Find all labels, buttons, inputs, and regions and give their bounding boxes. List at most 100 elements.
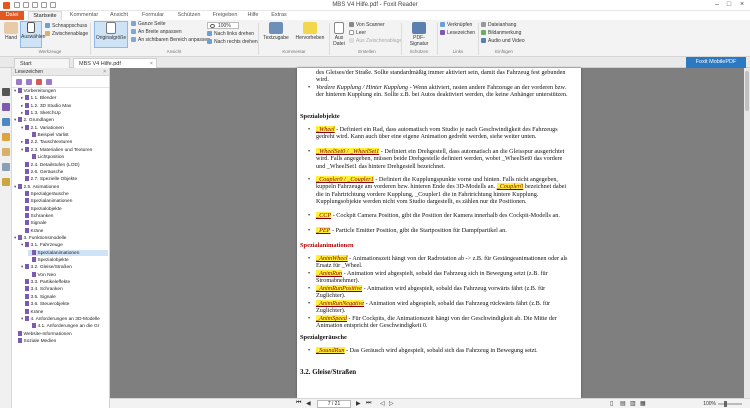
from-file-button[interactable]: Aus Datei <box>331 22 347 47</box>
bookmark-item[interactable]: ▾ 2.5. Animationen <box>14 183 108 191</box>
delete-bookmark-icon[interactable] <box>36 79 42 85</box>
bookmark-item[interactable]: 3.6. Steuerobjekte <box>21 301 108 308</box>
bookmark-item[interactable]: Von Neo <box>28 271 108 279</box>
bookmark-item[interactable]: Kräne <box>21 308 108 316</box>
hand-tool-icon[interactable] <box>2 88 10 96</box>
close-icon[interactable]: × <box>737 1 747 9</box>
bookmark-item[interactable]: Spezialgeräusche <box>21 190 108 198</box>
next-page-icon[interactable]: ▶ <box>356 400 361 407</box>
bookmark-item[interactable]: 4.1. Anforderungen an die Gr <box>28 323 108 330</box>
blank-button[interactable]: Leer <box>349 30 366 37</box>
minimize-icon[interactable]: – <box>712 1 722 9</box>
image-annotation-button[interactable]: Bildanmerkung <box>481 30 521 37</box>
select-button[interactable]: Auswählen <box>20 21 45 48</box>
bookmark-item[interactable]: Schranken <box>21 212 108 220</box>
bookmark-item[interactable]: ▾ 4. Anforderungen an 3D-Modelle <box>21 315 108 323</box>
maximize-icon[interactable]: □ <box>724 1 734 9</box>
pages-icon[interactable] <box>2 118 10 126</box>
zoom-slider-thumb[interactable] <box>724 401 727 407</box>
bookmark-item[interactable]: ▾ 2.1. Variationen <box>21 124 108 132</box>
next-view-icon[interactable]: ▷ <box>389 400 394 407</box>
tab-datei[interactable]: Datei <box>0 11 24 20</box>
from-scanner-button[interactable]: Von Scanner <box>349 22 385 29</box>
layers-icon[interactable] <box>2 133 10 141</box>
bookmark-item[interactable]: ▸ 2.2. Tauschtexturen <box>21 139 108 146</box>
first-page-icon[interactable]: ⏮ <box>296 400 301 407</box>
facing-page-icon[interactable]: ▥ <box>630 400 636 407</box>
fit-page-button[interactable]: Ganze Seite <box>131 21 166 28</box>
vertical-scrollbar[interactable] <box>744 68 750 398</box>
zoom-level[interactable]: 100% <box>703 401 716 407</box>
continuous-page-icon[interactable]: ▤ <box>620 400 626 407</box>
tab-kommentar[interactable]: Kommentar <box>67 11 101 20</box>
bookmark-item[interactable]: Kräne <box>21 227 108 235</box>
previous-view-icon[interactable]: ◁ <box>380 400 385 407</box>
bookmark-item[interactable]: ▸ 1.2. 3D Studio Max <box>21 102 108 110</box>
pdf-signature-button[interactable]: PDF-Signatur <box>404 22 434 47</box>
typewriter-button[interactable]: Textzugabe <box>261 22 291 41</box>
from-clipboard-button[interactable]: Aus Zwischenablage <box>349 38 402 45</box>
expand-icon[interactable] <box>16 79 22 85</box>
file-attachment-button[interactable]: Dateianhang <box>481 22 516 29</box>
tab-schuetzen[interactable]: Schützen <box>174 11 204 20</box>
bookmark-item[interactable]: ▸ 1.1. Blender <box>21 95 108 102</box>
bookmark-button[interactable]: Lesezeichen <box>440 30 475 37</box>
bookmark-options-icon[interactable] <box>46 79 52 85</box>
attachments-icon[interactable] <box>2 163 10 171</box>
tab-start[interactable]: Start <box>14 58 70 68</box>
bookmark-item[interactable]: Signale <box>21 220 108 227</box>
page-number-input[interactable]: 7 / 21 <box>317 400 351 408</box>
tab-startseite[interactable]: Startseite <box>28 11 62 20</box>
rotate-left-button[interactable]: Nach links drehen <box>207 31 254 38</box>
link-button[interactable]: Verknüpfen <box>440 22 472 29</box>
bookmark-item[interactable]: ▾ 3.2. Gleise/Straßen <box>21 264 108 271</box>
fit-visible-button[interactable]: An sichtbaren Bereich anpassen <box>131 37 210 44</box>
highlight-button[interactable]: Hervorheben <box>293 22 327 41</box>
bookmark-item[interactable]: ▾ Vorbereitungen <box>14 88 108 95</box>
bookmark-item[interactable]: Spezialanimationen <box>28 249 108 257</box>
bookmark-item[interactable]: 3.5. Signale <box>21 293 108 301</box>
rotate-right-button[interactable]: Nach rechts drehen <box>207 39 258 46</box>
tab-document[interactable]: MBS V4 Hilfe.pdf × <box>73 58 157 68</box>
comments-icon[interactable] <box>2 148 10 156</box>
tab-freigeben[interactable]: Freigeben <box>209 11 241 20</box>
tab-ansicht[interactable]: Ansicht <box>106 11 132 20</box>
bookmark-item[interactable]: Spezialanimationen <box>21 198 108 205</box>
previous-page-icon[interactable]: ◀ <box>306 400 311 407</box>
zoom-slider[interactable] <box>718 401 742 407</box>
bookmark-item[interactable]: Lichtposition <box>28 154 108 161</box>
bookmark-item[interactable]: ▾ 2.3. Materialien und Texturen <box>21 146 108 154</box>
clipboard-button[interactable]: Zwischenablage <box>45 31 88 38</box>
continuous-facing-icon[interactable]: ▦ <box>640 400 646 407</box>
security-icon[interactable] <box>2 178 10 186</box>
bookmark-item[interactable]: 2.7. Spezielle Objekte <box>21 176 108 183</box>
last-page-icon[interactable]: ⏭ <box>366 400 371 407</box>
bookmarks-icon[interactable] <box>2 103 10 111</box>
bookmark-item[interactable]: 3.4. Schranken <box>21 286 108 293</box>
bookmark-item[interactable]: Soziale Medien <box>14 337 108 345</box>
fit-width-button[interactable]: An Breite anpassen <box>131 29 182 36</box>
tab-formular[interactable]: Formular <box>138 11 168 20</box>
bookmark-item[interactable]: ▾ 3. Funktionsmodelle <box>14 235 108 242</box>
bookmark-item[interactable]: ▸ 1.3. SketchUp <box>21 110 108 117</box>
bookmark-item[interactable]: ▾ 3.1. Fahrzeuge <box>21 242 108 249</box>
bookmark-item[interactable]: Spezialobjekte <box>21 205 108 213</box>
hand-button[interactable]: Hand <box>2 22 20 41</box>
tab-extras[interactable]: Extras <box>268 11 290 20</box>
bookmark-item[interactable]: Spezialobjekte <box>28 257 108 264</box>
bookmark-item[interactable]: 3.3. Partikeleffekte <box>21 279 108 286</box>
scrollbar-thumb[interactable] <box>745 71 749 111</box>
actual-size-button[interactable]: Originalgröße <box>94 21 128 48</box>
snapshot-button[interactable]: Schnappschuss <box>45 23 87 30</box>
audio-video-button[interactable]: Audio und Video <box>481 38 525 45</box>
foxit-mobilepdf-button[interactable]: Foxit MobilePDF <box>686 57 746 68</box>
tab-hilfe[interactable]: Hilfe <box>244 11 262 20</box>
bookmark-item[interactable]: Beispiel Varlist <box>28 132 108 139</box>
bookmark-item[interactable]: 2.4. Detailstufen (LOD) <box>21 161 108 169</box>
single-page-icon[interactable]: ▯ <box>610 400 613 407</box>
bookmark-item[interactable]: ▾ 2. Grundlagen <box>14 117 108 124</box>
close-panel-icon[interactable]: × <box>103 68 106 76</box>
bookmark-item[interactable]: 2.6. Geräusche <box>21 168 108 176</box>
new-bookmark-icon[interactable] <box>26 79 32 85</box>
zoom-select[interactable]: 100% <box>207 22 239 29</box>
